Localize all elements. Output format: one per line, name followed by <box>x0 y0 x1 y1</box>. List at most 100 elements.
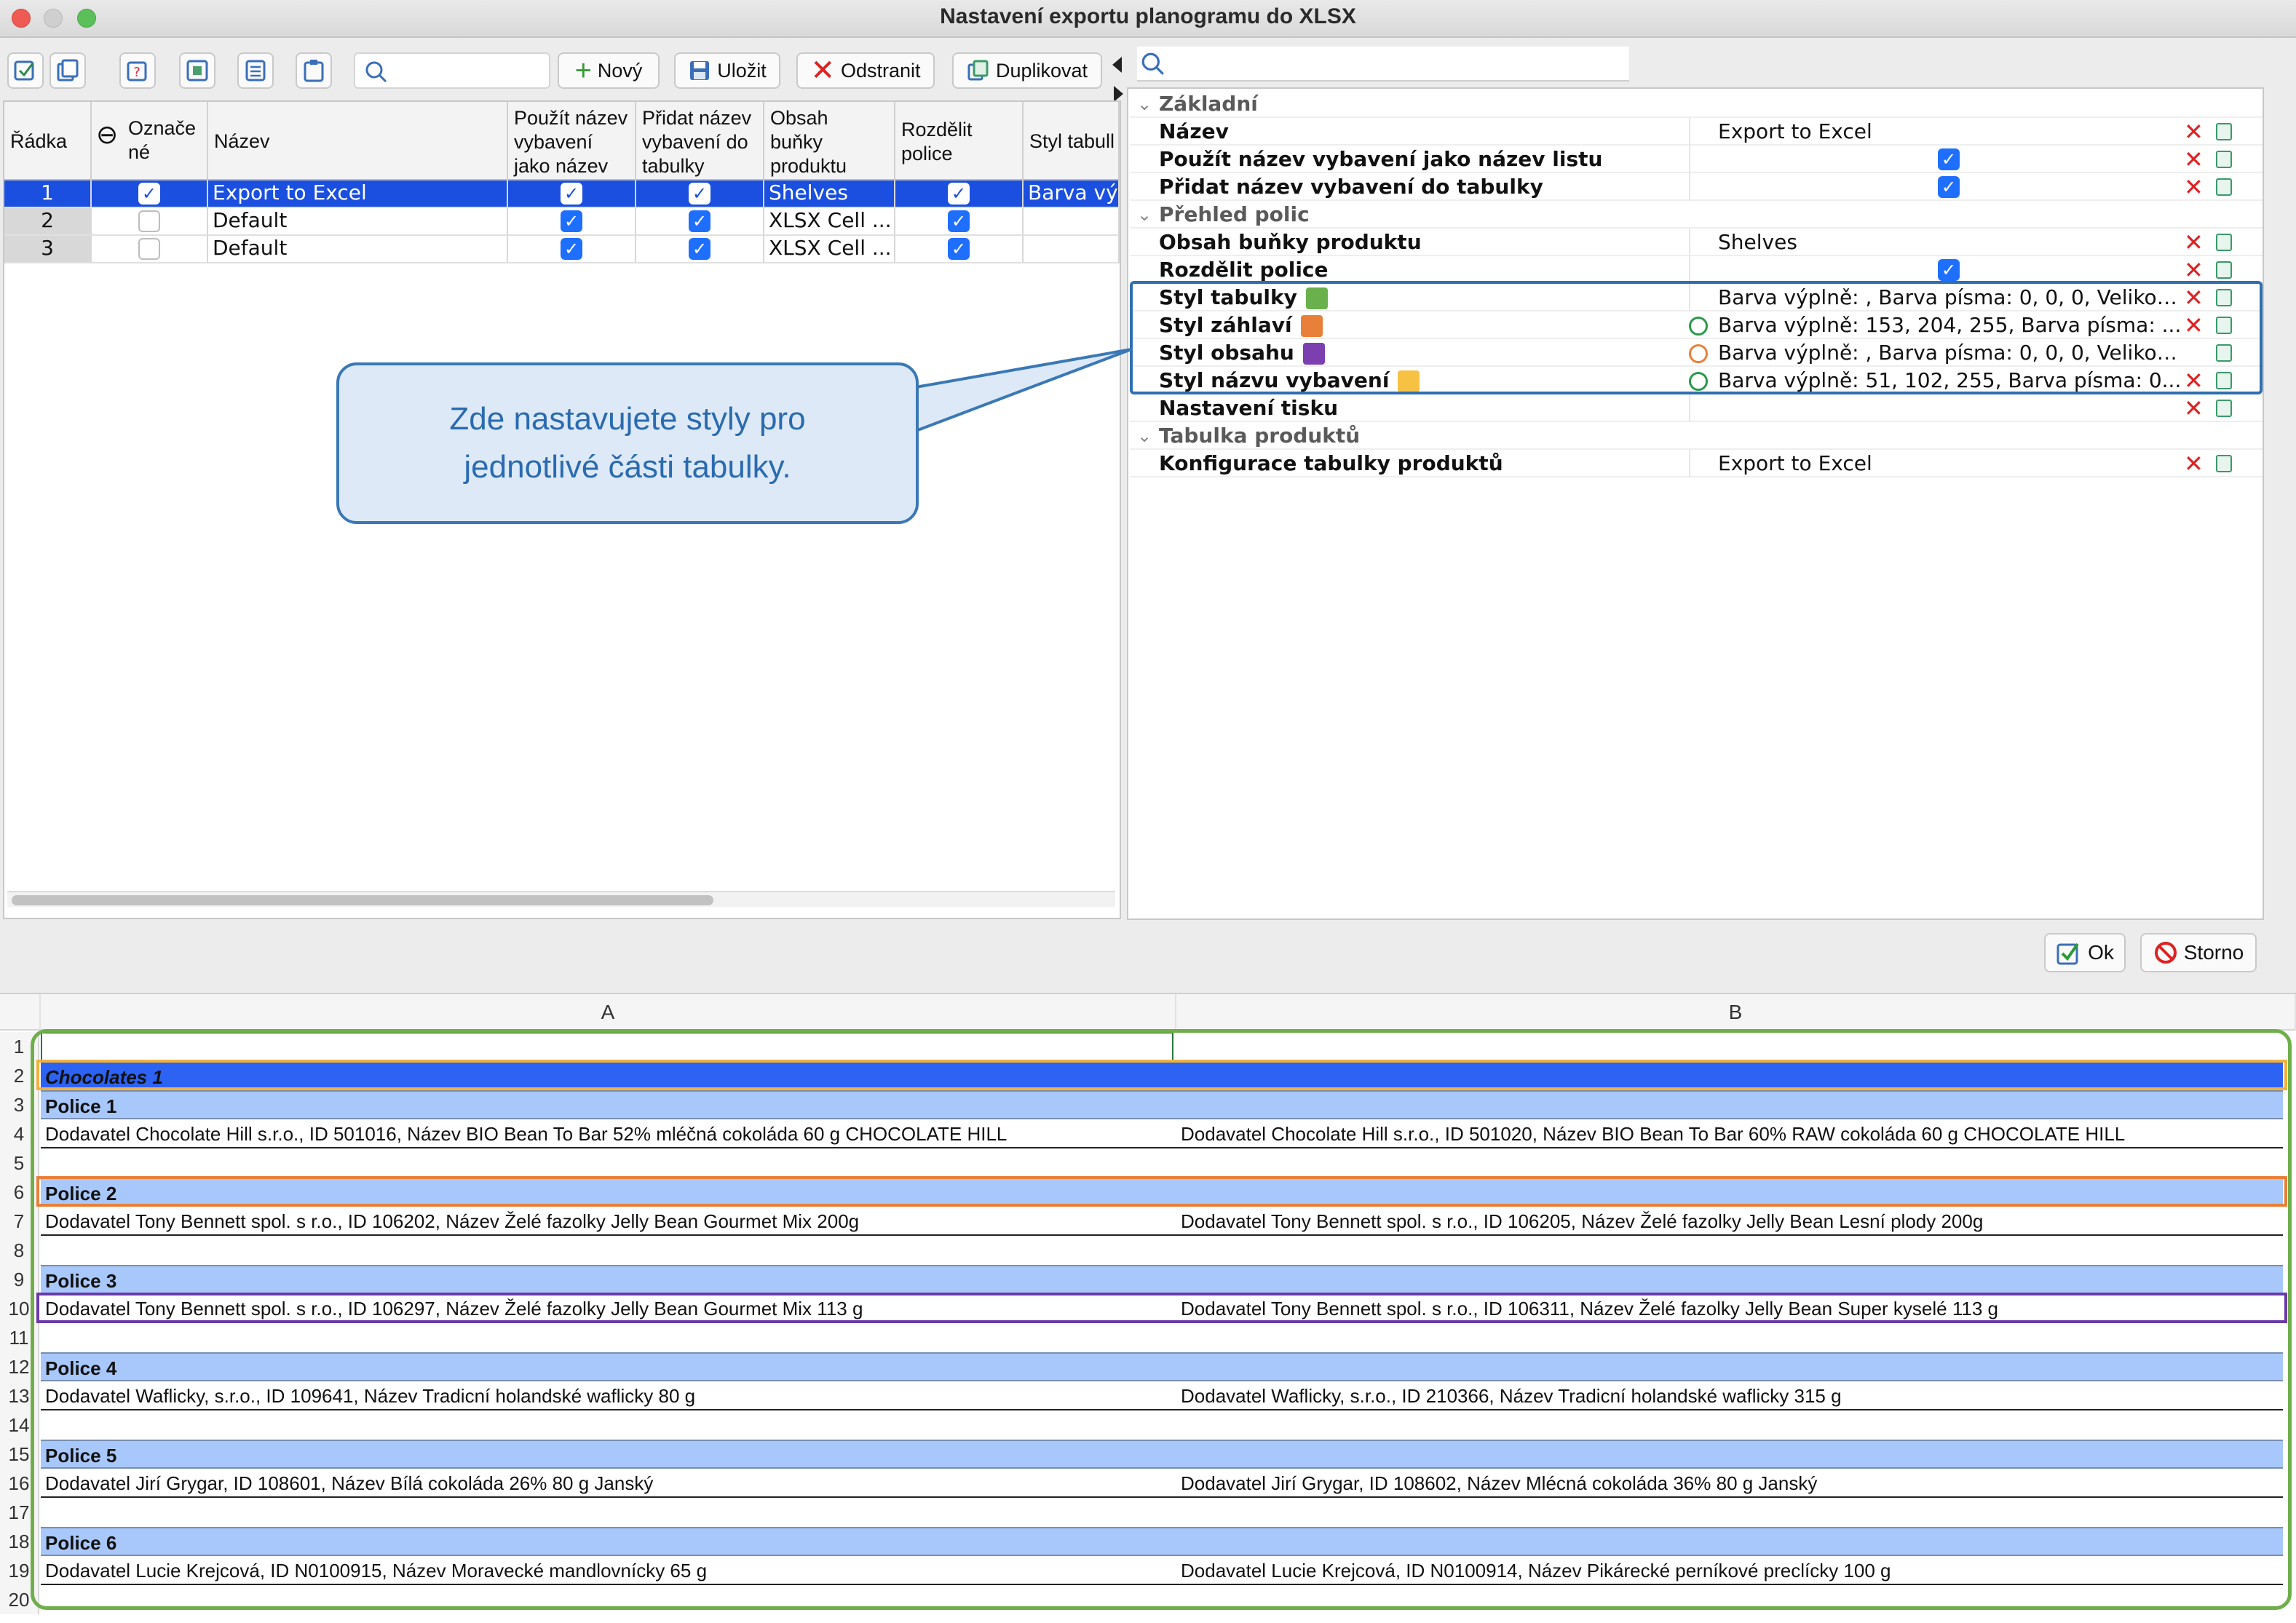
copy-value-icon[interactable] <box>2216 455 2232 472</box>
table-row[interactable]: 3 Default ✓ ✓ XLSX Cell ... ✓ <box>4 236 1120 263</box>
column-header-style[interactable]: Styl tabull <box>1024 102 1120 180</box>
column-header-split[interactable]: Rozdělit police <box>895 102 1024 180</box>
save-button[interactable]: Uložit <box>674 52 780 89</box>
add-name-checkbox[interactable]: ✓ <box>1938 176 1960 198</box>
clipboard-icon <box>304 60 324 82</box>
content-cell[interactable]: XLSX Cell ... <box>764 236 895 263</box>
select-all-button[interactable] <box>7 52 44 89</box>
table-row[interactable]: 2 Default ✓ ✓ XLSX Cell ... ✓ <box>4 208 1120 236</box>
table-search-input[interactable] <box>354 52 550 89</box>
deselect-button[interactable] <box>50 52 86 89</box>
style-cell[interactable] <box>1024 236 1120 263</box>
horizontal-scrollbar[interactable] <box>7 891 1115 907</box>
copy-value-icon[interactable] <box>2216 261 2232 279</box>
column-header-use-name[interactable]: Použít název vybavení jako název ... <box>508 102 636 180</box>
collapse-left-arrow-icon[interactable] <box>1112 57 1122 73</box>
column-header-name[interactable]: Název <box>208 102 508 180</box>
import-button[interactable] <box>179 52 215 89</box>
use-name-checkbox[interactable]: ✓ <box>508 180 636 208</box>
column-header-content[interactable]: Obsah buňky produktu <box>764 102 895 180</box>
style-cell[interactable]: Barva výp <box>1024 180 1120 208</box>
property-split-shelves[interactable]: Rozdělit police ✓ ✕ <box>1130 256 2263 284</box>
list-button[interactable] <box>237 52 274 89</box>
copy-value-icon[interactable] <box>2216 178 2232 196</box>
name-cell[interactable]: Default <box>208 208 508 236</box>
marked-checkbox[interactable] <box>92 236 208 263</box>
split-checkbox[interactable]: ✓ <box>895 180 1024 208</box>
import-icon <box>186 60 208 82</box>
content-cell[interactable]: XLSX Cell ... <box>764 208 895 236</box>
column-header-add-name[interactable]: Přidat název vybavení do tabulky <box>636 102 764 180</box>
group-products[interactable]: ⌄ Tabulka produktů <box>1130 422 2263 450</box>
split-checkbox[interactable]: ✓ <box>895 208 1024 236</box>
add-name-checkbox[interactable]: ✓ <box>636 208 764 236</box>
copy-value-icon[interactable] <box>2216 400 2232 417</box>
group-shelves[interactable]: ⌄ Přehled polic <box>1130 201 2263 229</box>
scrollbar-thumb[interactable] <box>12 895 713 905</box>
add-name-checkbox[interactable]: ✓ <box>636 236 764 263</box>
plus-icon: + <box>574 55 592 87</box>
copy-value-icon[interactable] <box>2216 123 2232 140</box>
duplicate-button[interactable]: Duplikovat <box>952 52 1102 89</box>
new-button[interactable]: + Nový <box>558 52 660 89</box>
copy-value-icon[interactable] <box>2216 234 2232 251</box>
split-checkbox[interactable]: ✓ <box>1938 259 1960 281</box>
property-value[interactable]: Shelves <box>1718 229 2184 256</box>
clear-x-icon[interactable]: ✕ <box>2184 175 2204 199</box>
column-divider <box>1689 118 1690 146</box>
group-basic[interactable]: ⌄ Základní <box>1130 90 2263 118</box>
clear-x-icon[interactable]: ✕ <box>2184 147 2204 172</box>
use-name-checkbox[interactable]: ✓ <box>508 236 636 263</box>
column-header-marked[interactable]: ⊖ Označe né <box>92 102 208 180</box>
property-product-table-config[interactable]: Konfigurace tabulky produktů Export to E… <box>1130 450 2263 477</box>
property-value[interactable]: Export to Excel <box>1718 450 2184 477</box>
name-cell[interactable]: Export to Excel <box>208 180 508 208</box>
clear-x-icon[interactable]: ✕ <box>2184 119 2204 144</box>
property-label: Konfigurace tabulky produktů <box>1159 451 1503 475</box>
add-name-checkbox[interactable]: ✓ <box>636 180 764 208</box>
property-name[interactable]: Název Export to Excel ✕ <box>1130 118 2263 146</box>
paste-button[interactable] <box>296 52 332 89</box>
column-header-b[interactable]: B <box>1176 994 2296 1031</box>
corner-cell[interactable] <box>0 994 41 1031</box>
group-label: Tabulka produktů <box>1159 424 1361 448</box>
delete-button[interactable]: ✕ Odstranit <box>796 52 935 89</box>
invert-selection-button[interactable]: ? <box>119 52 156 89</box>
clear-x-icon[interactable]: ✕ <box>2184 258 2204 282</box>
column-header-row[interactable]: Řádka <box>4 102 92 180</box>
column-divider <box>1689 229 1690 256</box>
column-divider <box>1689 450 1690 477</box>
split-checkbox[interactable]: ✓ <box>895 236 1024 263</box>
property-search-input[interactable] <box>1137 47 1629 82</box>
style-cell[interactable] <box>1024 208 1120 236</box>
property-value[interactable]: Export to Excel <box>1718 118 2184 146</box>
cancel-button[interactable]: Storno <box>2140 933 2257 972</box>
use-name-checkbox[interactable]: ✓ <box>508 208 636 236</box>
style-rows-highlight <box>1130 281 2263 394</box>
clear-x-icon[interactable]: ✕ <box>2184 230 2204 255</box>
property-use-name-as-sheet[interactable]: Použít název vybavení jako název listu ✓… <box>1130 146 2263 173</box>
table-row[interactable]: 1 ✓ Export to Excel ✓ ✓ Shelves ✓ Barva … <box>4 180 1120 208</box>
copy-value-icon[interactable] <box>2216 151 2232 168</box>
column-header-a[interactable]: A <box>41 994 1176 1031</box>
property-content[interactable]: Obsah buňky produktu Shelves ✕ <box>1130 229 2263 256</box>
property-add-name-to-table[interactable]: Přidat název vybavení do tabulky ✓ ✕ <box>1130 173 2263 201</box>
property-label: Název <box>1159 119 1229 143</box>
content-cell[interactable]: Shelves <box>764 180 895 208</box>
marked-checkbox[interactable] <box>92 208 208 236</box>
content-style-outline <box>36 1293 2287 1323</box>
property-label: Přidat název vybavení do tabulky <box>1159 175 1543 199</box>
ok-button[interactable]: Ok <box>2044 933 2126 972</box>
no-entry-icon <box>2154 942 2177 964</box>
marked-checkbox[interactable]: ✓ <box>92 180 208 208</box>
property-print-settings[interactable]: Nastavení tisku ✕ <box>1130 394 2263 422</box>
title-bar: Nastavení exportu planogramu do XLSX <box>0 0 2296 38</box>
name-cell[interactable]: Default <box>208 236 508 263</box>
use-name-checkbox[interactable]: ✓ <box>1938 148 1960 170</box>
clear-x-icon[interactable]: ✕ <box>2184 451 2204 476</box>
duplicate-icon <box>967 60 989 81</box>
expand-right-arrow-icon[interactable] <box>1114 86 1123 102</box>
callout-bubble: Zde nastavujete styly pro jednotlivé čás… <box>336 362 919 524</box>
equipment-style-outline <box>36 1060 2287 1090</box>
clear-x-icon[interactable]: ✕ <box>2184 396 2204 421</box>
